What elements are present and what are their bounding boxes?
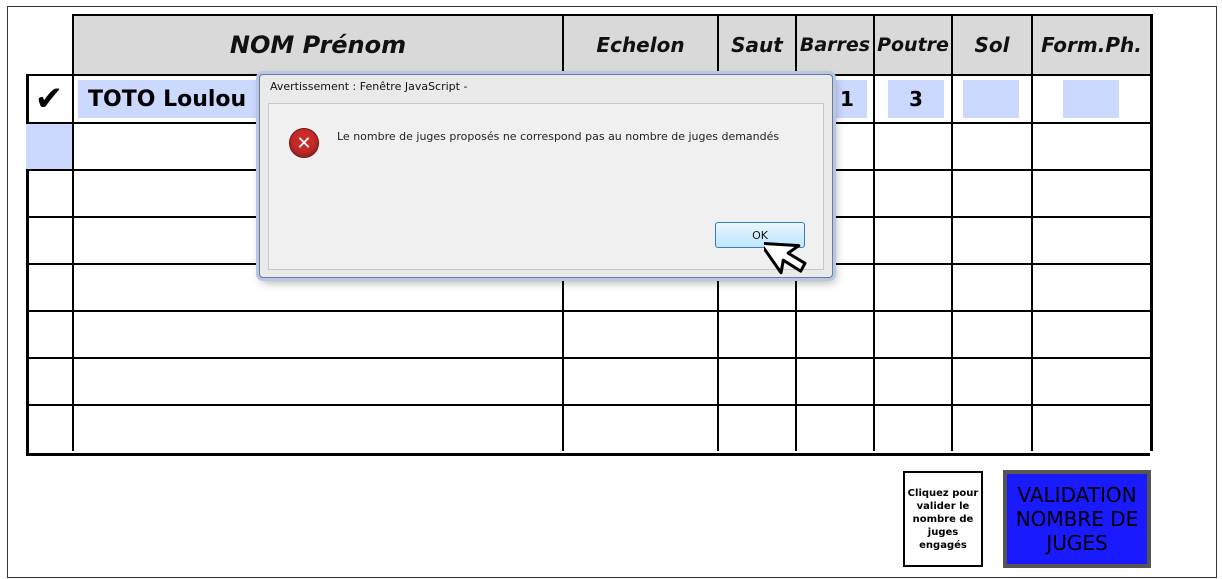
table-cell[interactable] [951,357,1031,404]
table-cell[interactable] [873,263,951,310]
header-saut: Saut [717,14,795,74]
table-cell[interactable] [873,216,951,263]
row-1-sol-cell [951,74,1031,122]
table-cell[interactable] [795,404,873,451]
javascript-alert-dialog: Avertissement : Fenêtre JavaScript - ✕ L… [259,74,833,278]
table-cell[interactable] [26,169,72,216]
table-cell[interactable] [951,263,1031,310]
table-cell[interactable] [562,404,717,451]
table-cell[interactable] [72,310,562,357]
table-cell[interactable] [72,404,562,451]
row-1-check[interactable]: ✔ [26,74,72,122]
header-poutre: Poutre [873,14,951,74]
table-cell[interactable] [72,357,562,404]
table-cell[interactable] [873,404,951,451]
table-cell[interactable] [26,310,72,357]
error-icon: ✕ [289,128,319,158]
header-barres: Barres [795,14,873,74]
row-1-poutre[interactable]: 3 [888,80,944,118]
table-cell[interactable] [951,310,1031,357]
table-cell[interactable] [1031,122,1153,169]
header-sol: Sol [951,14,1031,74]
dialog-message: Le nombre de juges proposés ne correspon… [337,130,780,143]
table-cell[interactable] [873,310,951,357]
header-echelon: Echelon [562,14,717,74]
info-text: Cliquez pour valider le nombre de juges … [907,487,979,551]
table-cell[interactable] [795,357,873,404]
table-cell[interactable] [562,310,717,357]
dialog-title: Avertissement : Fenêtre JavaScript - [270,80,468,93]
info-box: Cliquez pour valider le nombre de juges … [903,471,983,567]
table-cell[interactable] [26,216,72,263]
header-check-cell [26,14,74,74]
table-cell[interactable] [1031,404,1153,451]
row-1-poutre-cell: 3 [873,74,951,122]
table-cell[interactable] [1031,263,1153,310]
table-cell[interactable] [562,357,717,404]
row-1-form-ph-cell [1031,74,1153,122]
table-cell[interactable] [717,357,795,404]
table-cell[interactable] [951,216,1031,263]
pointer-cursor-icon [764,241,807,275]
table-cell[interactable] [26,122,72,169]
table-cell[interactable] [1031,169,1153,216]
table-cell[interactable] [951,122,1031,169]
table-cell[interactable] [26,357,72,404]
table-cell[interactable] [951,404,1031,451]
row-1-name[interactable]: TOTO Loulou [78,80,258,118]
header-nom-prenom: NOM Prénom [72,14,562,74]
table-cell[interactable] [1031,216,1153,263]
table-cell[interactable] [951,169,1031,216]
table-cell[interactable] [873,122,951,169]
dialog-body: ✕ Le nombre de juges proposés ne corresp… [268,103,824,270]
table-cell[interactable] [26,404,72,451]
table-cell[interactable] [873,169,951,216]
row-1-form-ph[interactable] [1063,80,1119,118]
table-cell[interactable] [717,404,795,451]
table-cell[interactable] [26,263,72,310]
row-1-barres[interactable]: 1 [827,80,867,118]
table-cell[interactable] [873,357,951,404]
row-1-sol[interactable] [963,80,1019,118]
table-cell[interactable] [717,310,795,357]
validation-button[interactable]: VALIDATION NOMBRE DE JUGES [1003,470,1151,568]
table-cell[interactable] [1031,357,1153,404]
table-cell[interactable] [1031,310,1153,357]
header-form-ph: Form.Ph. [1031,14,1153,74]
table-cell[interactable] [795,310,873,357]
